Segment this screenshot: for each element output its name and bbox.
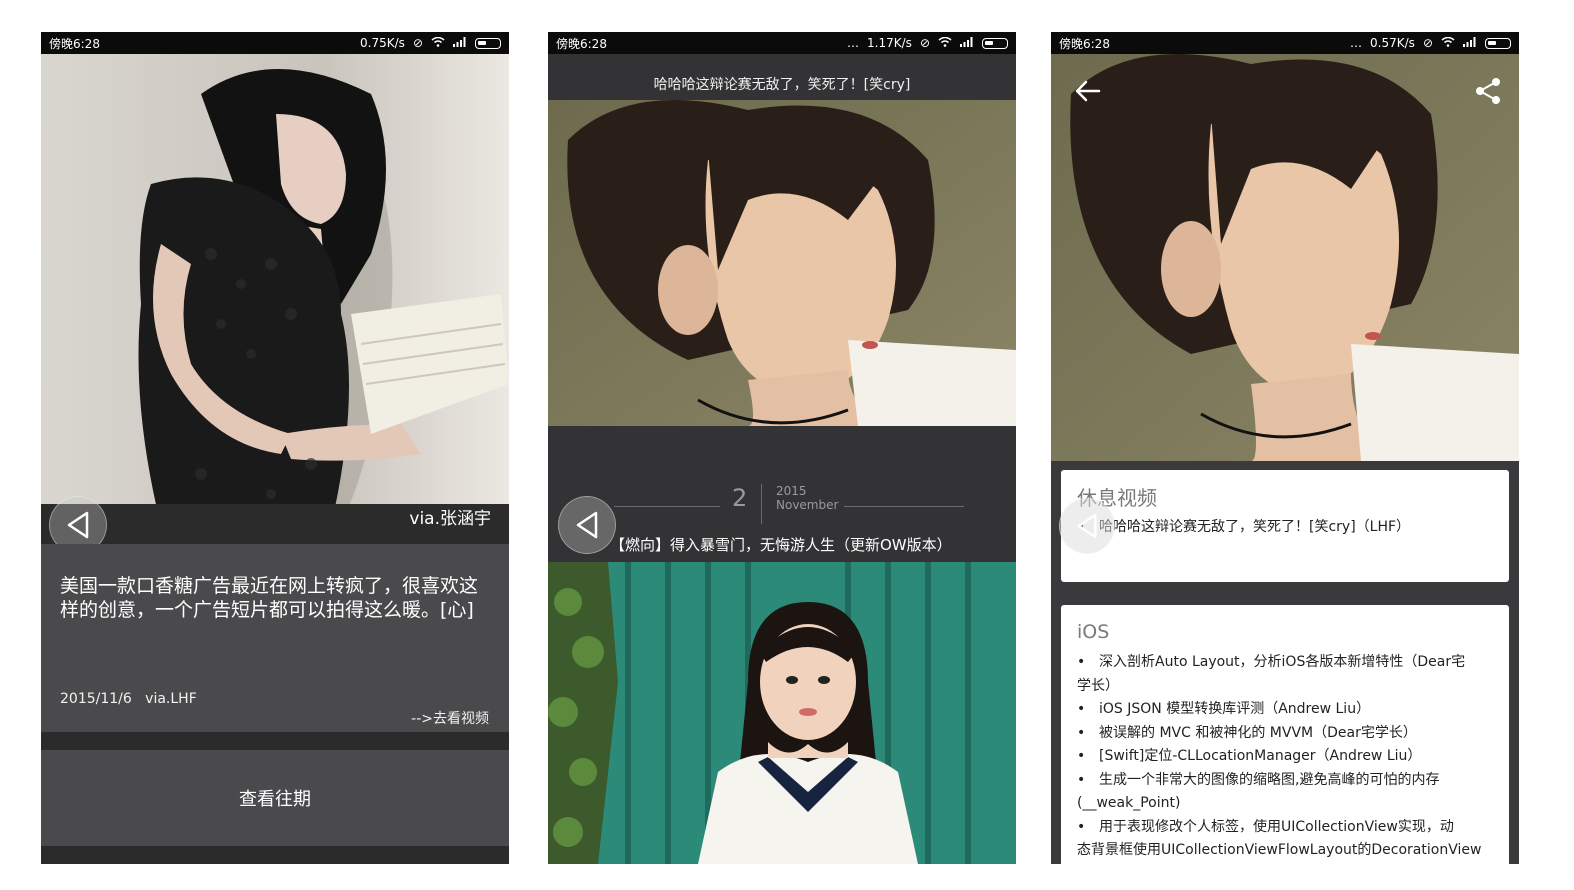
wifi-icon: [938, 36, 952, 50]
daily-card-text: 美国一款口香糖广告最近在网上转疯了，很喜欢这样的创意，一个广告短片都可以拍得这么…: [60, 575, 479, 621]
network-speed: 0.75K/s: [360, 36, 405, 50]
status-bar: 傍晚6:28 … 1.17K/s ⊘: [548, 32, 1016, 54]
section-card-ios[interactable]: iOS • 深入剖析Auto Layout，分析iOS各版本新增特性（Dear宅 …: [1061, 605, 1509, 864]
signal-icon: [960, 36, 974, 50]
section-title-ios: iOS: [1077, 621, 1110, 643]
screen-today: 傍晚6:28 0.75K/s ⊘ via.张涵宇 美国一款口香糖广告最近在网上转…: [41, 32, 509, 864]
battery-icon: [1485, 37, 1511, 49]
status-bar: 傍晚6:28 … 0.57K/s ⊘: [1051, 32, 1519, 54]
screen-detail: 傍晚6:28 … 0.57K/s ⊘ 休息视频 哈哈哈这辩论赛无敌了，笑死了！[…: [1051, 32, 1519, 864]
more-icon: …: [847, 36, 860, 50]
section-item[interactable]: •哈哈哈这辩论赛无敌了，笑死了！[笑cry]（LHF）: [1077, 516, 1499, 540]
back-triangle-icon: [576, 511, 598, 539]
status-time: 傍晚6:28: [556, 36, 607, 51]
header-photo: [1051, 54, 1519, 461]
share-icon[interactable]: [1473, 76, 1503, 106]
section-item-continued: (__weak_Point): [1077, 795, 1181, 811]
daily-card-via: via.LHF: [145, 691, 197, 707]
section-item[interactable]: • 深入剖析Auto Layout，分析iOS各版本新增特性（Dear宅: [1077, 651, 1499, 675]
featured-photo: [41, 54, 509, 526]
section-item-continued: 态背景框使用UICollectionViewFlowLayout的Decorat…: [1077, 842, 1482, 858]
feed-caption[interactable]: 【燃向】得入暴雪门，无悔游人生（更新OW版本）: [610, 534, 952, 555]
feed-photo[interactable]: [548, 100, 1016, 426]
back-triangle-icon: [67, 511, 89, 539]
back-button[interactable]: [1059, 498, 1115, 554]
divider: [41, 732, 509, 750]
mute-icon: ⊘: [1422, 36, 1433, 50]
mute-icon: ⊘: [919, 36, 930, 50]
date-line-right: [844, 506, 964, 507]
network-speed: 1.17K/s: [867, 36, 912, 50]
feed-title[interactable]: 哈哈哈这辩论赛无敌了，笑死了！[笑cry]: [548, 54, 1016, 100]
daily-card-date: 2015/11/6: [60, 691, 132, 707]
date-year: 2015: [776, 484, 807, 498]
watch-video-link[interactable]: -->去看视频: [411, 708, 489, 728]
date-day: 2: [732, 484, 748, 512]
section-item[interactable]: • 被误解的 MVC 和被神化的 MVVM（Dear宅学长）: [1077, 722, 1499, 746]
back-button[interactable]: [558, 496, 616, 554]
date-month: November: [776, 498, 839, 512]
section-item-continued: 学长）: [1077, 677, 1119, 694]
battery-icon: [982, 37, 1008, 49]
mute-icon: ⊘: [412, 36, 423, 50]
status-bar: 傍晚6:28 0.75K/s ⊘: [41, 32, 509, 54]
section-item[interactable]: • iOS JSON 模型转换库评测（Andrew Liu）: [1077, 698, 1499, 722]
section-item[interactable]: • 生成一个非常大的图像的缩略图,避免高峰的可怕的内存: [1077, 769, 1499, 793]
status-time: 傍晚6:28: [49, 36, 100, 51]
signal-icon: [453, 36, 467, 50]
arrow-left-icon[interactable]: [1073, 76, 1103, 106]
screen-feed: 傍晚6:28 … 1.17K/s ⊘ 哈哈哈这辩论赛无敌了，笑死了！[笑cry]: [548, 32, 1016, 864]
wifi-icon: [431, 36, 445, 50]
section-item[interactable]: • 用于表现修改个人标签，使用UICollectionView实现，动: [1077, 816, 1499, 840]
back-triangle-icon: [1077, 513, 1097, 539]
more-icon: …: [1350, 36, 1363, 50]
status-time: 傍晚6:28: [1059, 36, 1110, 51]
date-divider: [761, 484, 762, 524]
view-archive-button[interactable]: 查看往期: [41, 750, 509, 846]
daily-card-meta: 2015/11/6 via.LHF: [60, 691, 197, 707]
section-item[interactable]: • [Swift]定位-CLLocationManager（Andrew Liu）: [1077, 745, 1499, 769]
wifi-icon: [1441, 36, 1455, 50]
photo-credit: via.张涵宇: [409, 509, 491, 529]
bottom-spacer: [41, 846, 509, 864]
network-speed: 0.57K/s: [1370, 36, 1415, 50]
signal-icon: [1463, 36, 1477, 50]
feed-photo-second[interactable]: [548, 562, 1016, 864]
date-line-left: [614, 506, 720, 507]
section-card-video[interactable]: 休息视频 •哈哈哈这辩论赛无敌了，笑死了！[笑cry]（LHF）: [1061, 470, 1509, 582]
battery-icon: [475, 37, 501, 49]
